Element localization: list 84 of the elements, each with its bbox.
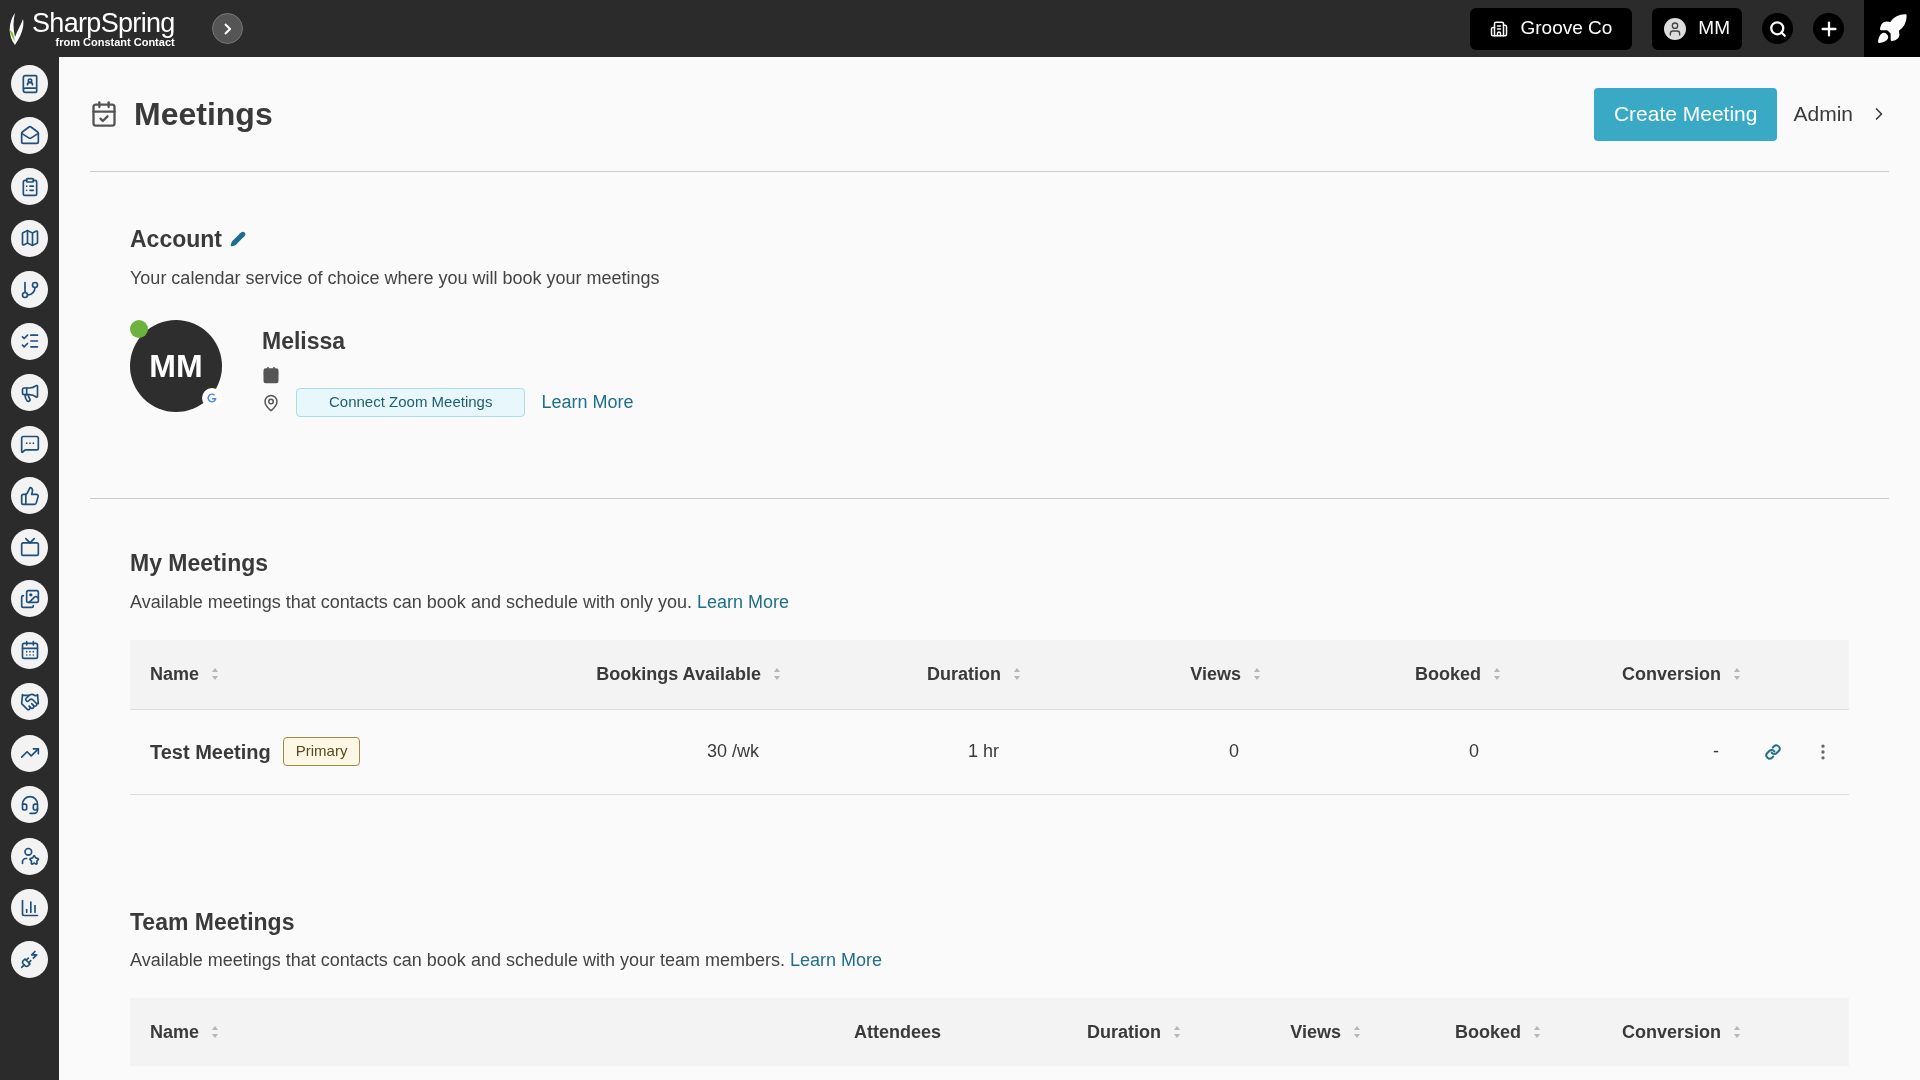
table-cell-text: 30 /wk: [705, 740, 760, 763]
sidebar-glyph-icon: [19, 794, 40, 815]
calendar-icon[interactable]: [11, 631, 48, 669]
column-header: Attendees: [853, 1020, 941, 1044]
sidebar-glyph-icon: [19, 588, 40, 609]
images-icon[interactable]: [11, 580, 48, 617]
list-icon[interactable]: [11, 322, 48, 360]
sortable-column-header[interactable]: Name: [150, 660, 220, 688]
location-pin-icon: [262, 393, 280, 412]
company-button[interactable]: Groove Co: [1470, 7, 1633, 50]
profile-name: Melissa: [262, 326, 347, 356]
table-cell-text: -: [1712, 740, 1720, 763]
sidebar-glyph-icon: [19, 434, 40, 454]
sidebar-glyph-icon: [19, 279, 40, 300]
sortable-column-header[interactable]: Views: [1290, 1018, 1361, 1046]
tv-icon[interactable]: [11, 528, 48, 566]
rocket-icon: [1876, 12, 1908, 45]
sidebar-glyph-icon: [19, 331, 40, 351]
table-cell-text: 0: [1228, 740, 1240, 763]
building-icon: [1490, 19, 1509, 38]
thumbs-up-icon[interactable]: [11, 477, 48, 514]
connect-zoom-button[interactable]: Connect Zoom Meetings: [296, 388, 526, 417]
calendar-icon: [262, 366, 280, 384]
sidebar-glyph-icon: [19, 537, 40, 557]
sidebar-glyph-icon: [19, 691, 40, 712]
sidebar-glyph-icon: [19, 485, 40, 506]
chat-bubble-icon[interactable]: [11, 425, 48, 463]
headset-icon[interactable]: [11, 786, 48, 823]
admin-link[interactable]: Admin: [1793, 98, 1889, 130]
page-title: Meetings: [134, 95, 273, 134]
trend-chart-icon[interactable]: [11, 734, 48, 772]
sidebar-glyph-icon: [19, 228, 40, 248]
link-icon[interactable]: [1765, 743, 1781, 760]
expand-button[interactable]: [212, 13, 243, 44]
sidebar-glyph-icon: [19, 897, 40, 918]
primary-badge: Primary: [282, 737, 361, 766]
learn-more-link[interactable]: Learn More: [697, 591, 790, 612]
table-cell-text: 0: [1468, 740, 1480, 763]
search-icon: [1768, 19, 1787, 38]
sortable-column-header[interactable]: Conversion: [1621, 660, 1741, 688]
section-heading: Account: [130, 225, 222, 254]
map-icon[interactable]: [11, 219, 48, 257]
user-avatar-icon: [1664, 17, 1687, 40]
sidebar-glyph-icon: [19, 846, 40, 866]
section-heading: Team Meetings: [130, 907, 296, 937]
learn-more-link[interactable]: Learn More: [790, 950, 883, 970]
bar-chart-icon[interactable]: [11, 889, 48, 926]
sortable-column-header[interactable]: Booked: [1455, 1018, 1541, 1046]
clipboard-icon[interactable]: [11, 168, 48, 205]
edit-icon[interactable]: [230, 231, 246, 248]
learn-more-link[interactable]: Learn More: [541, 389, 634, 416]
sidebar-glyph-icon: [19, 382, 40, 403]
handshake-icon[interactable]: [11, 683, 48, 720]
envelope-icon[interactable]: [11, 116, 48, 154]
sortable-column-header[interactable]: Duration: [927, 660, 1021, 688]
branch-icon[interactable]: [11, 271, 48, 308]
sortable-column-header[interactable]: Name: [150, 1018, 220, 1046]
sortable-column-header[interactable]: Duration: [1087, 1018, 1181, 1046]
rocket-button[interactable]: [1864, 0, 1920, 57]
sidebar-glyph-icon: [19, 125, 40, 145]
section-description: Your calendar service of choice where you will book your meetings: [130, 266, 661, 290]
sortable-column-header[interactable]: Views: [1190, 660, 1261, 688]
user-button[interactable]: MM: [1652, 7, 1742, 50]
meeting-name[interactable]: Test Meeting: [150, 736, 271, 767]
table-cell-text: 1 hr: [966, 740, 1000, 763]
sidebar-glyph-icon: [19, 640, 40, 660]
section-description: Available meetings that contacts can book and schedule with only you. Learn More: [130, 590, 791, 614]
contact-book-icon[interactable]: [11, 65, 48, 102]
megaphone-icon[interactable]: [11, 374, 48, 411]
plug-icon[interactable]: [11, 940, 48, 978]
avatar-initials: MM: [149, 346, 203, 386]
brand-logo-icon: [8, 12, 24, 45]
sortable-column-header[interactable]: Booked: [1415, 660, 1501, 688]
sidebar-glyph-icon: [19, 949, 40, 969]
add-button[interactable]: [1813, 13, 1844, 44]
sortable-column-header[interactable]: Conversion: [1621, 1018, 1741, 1046]
section-description: Available meetings that contacts can book and schedule with your team members. Learn More: [130, 949, 884, 972]
brand-name: SharpSpring: [32, 9, 175, 37]
search-button[interactable]: [1762, 13, 1793, 44]
chevron-right-icon: [224, 22, 231, 35]
section-heading: My Meetings: [130, 549, 270, 578]
sortable-column-header[interactable]: Bookings Available: [596, 660, 781, 688]
google-badge-icon: [202, 387, 222, 408]
calendar-icon: [90, 100, 118, 128]
